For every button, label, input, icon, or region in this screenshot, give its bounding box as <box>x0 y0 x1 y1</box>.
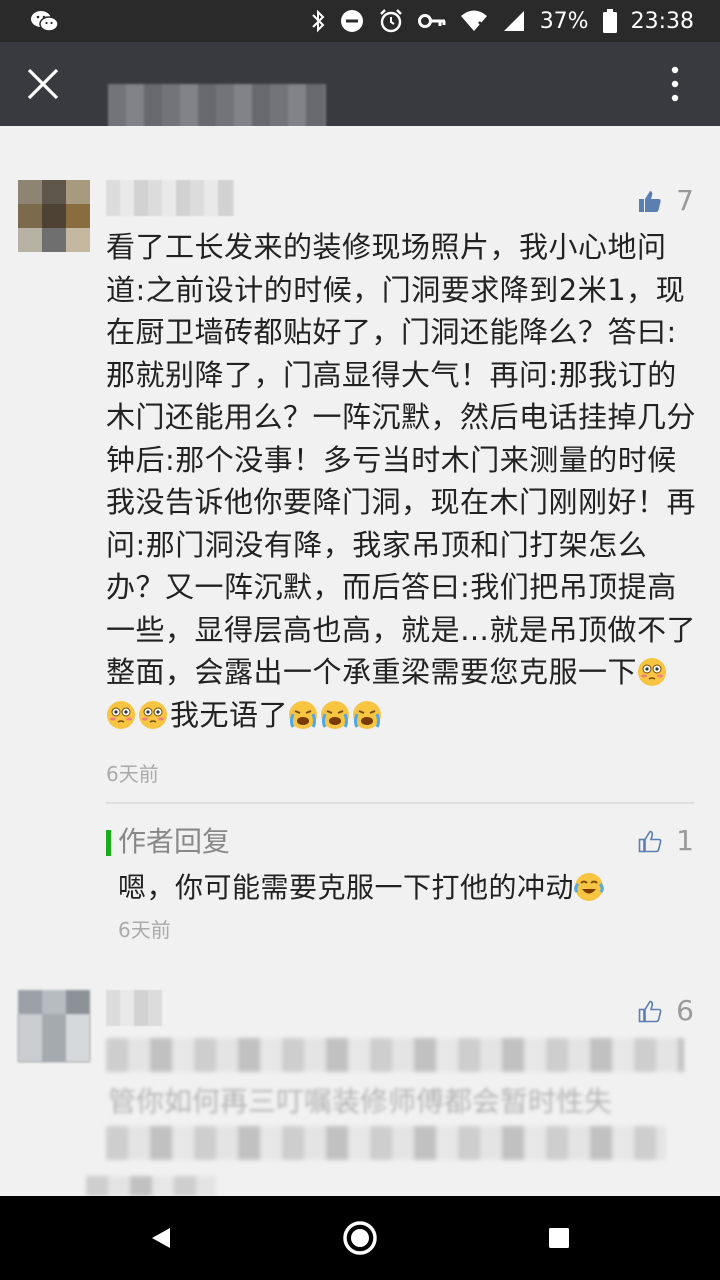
do-not-disturb-icon <box>340 10 363 32</box>
flushed-face-icon <box>139 700 167 729</box>
comment-body-end: 我无语了 <box>170 697 289 732</box>
username-blurred <box>106 180 234 216</box>
reply-text: 嗯，你可能需要克服一下打他的冲动 <box>118 866 606 906</box>
comment-text-blurred <box>106 1126 666 1160</box>
alarm-icon <box>379 9 402 33</box>
comment-text-blurred <box>106 1038 684 1072</box>
thumbs-up-icon <box>639 190 661 212</box>
comment-text-partial: 管你如何再三叮嘱装修师傅都会暂时性失 <box>108 1085 613 1118</box>
crying-face-icon <box>321 700 350 729</box>
signal-icon <box>503 11 524 31</box>
home-icon[interactable] <box>342 1220 378 1256</box>
crying-face-icon <box>353 700 382 729</box>
reply-like-button[interactable]: 1 <box>638 824 694 857</box>
like-count: 6 <box>676 994 694 1027</box>
reply-label: 作者回复 <box>118 825 231 858</box>
comment-text-blurred <box>86 1176 216 1196</box>
reply-accent-bar <box>106 830 111 856</box>
close-icon[interactable] <box>26 67 60 101</box>
crying-face-icon <box>289 700 318 729</box>
wifi-icon <box>460 10 487 31</box>
reply-time: 6天前 <box>118 918 171 942</box>
reply-like-count: 1 <box>676 824 694 857</box>
comment-time: 6天前 <box>106 762 159 786</box>
avatar-pixels <box>18 228 90 252</box>
system-navigation-bar <box>0 1196 720 1280</box>
reply-body: 嗯，你可能需要克服一下打他的冲动 <box>118 871 575 904</box>
bluetooth-icon <box>311 9 325 33</box>
key-icon <box>417 14 446 28</box>
page-title-blurred <box>108 84 326 128</box>
avatar-pixels <box>18 1014 90 1062</box>
status-time: 23:38 <box>630 8 694 34</box>
thumbs-up-icon <box>638 1000 662 1022</box>
flushed-face-icon <box>107 700 135 729</box>
battery-icon <box>602 9 617 33</box>
recents-icon[interactable] <box>548 1227 570 1249</box>
comment-text: 看了工长发来的装修现场照片，我小心地问道:之前设计的时候，门洞要求降到2米1，现… <box>106 226 696 736</box>
wechat-icon <box>31 11 59 32</box>
back-icon[interactable] <box>150 1226 172 1250</box>
comments-list: 7 看了工长发来的装修现场照片，我小心地问道:之前设计的时候，门洞要求降到2米1… <box>0 126 720 1196</box>
comment-body: 看了工长发来的装修现场照片，我小心地问道:之前设计的时候，门洞要求降到2米1，现… <box>106 230 697 689</box>
status-bar: 37% 23:38 <box>0 0 720 42</box>
divider <box>106 802 694 804</box>
like-count: 7 <box>676 184 694 217</box>
like-button[interactable]: 6 <box>638 994 694 1027</box>
battery-percent: 37% <box>539 8 589 34</box>
more-vertical-icon[interactable] <box>670 66 680 102</box>
tears-of-joy-icon <box>574 873 604 901</box>
navigation-bar <box>0 42 720 128</box>
like-button[interactable]: 7 <box>638 184 694 217</box>
flushed-face-icon <box>638 658 667 686</box>
thumbs-up-icon <box>638 830 662 852</box>
username-blurred <box>106 990 162 1026</box>
